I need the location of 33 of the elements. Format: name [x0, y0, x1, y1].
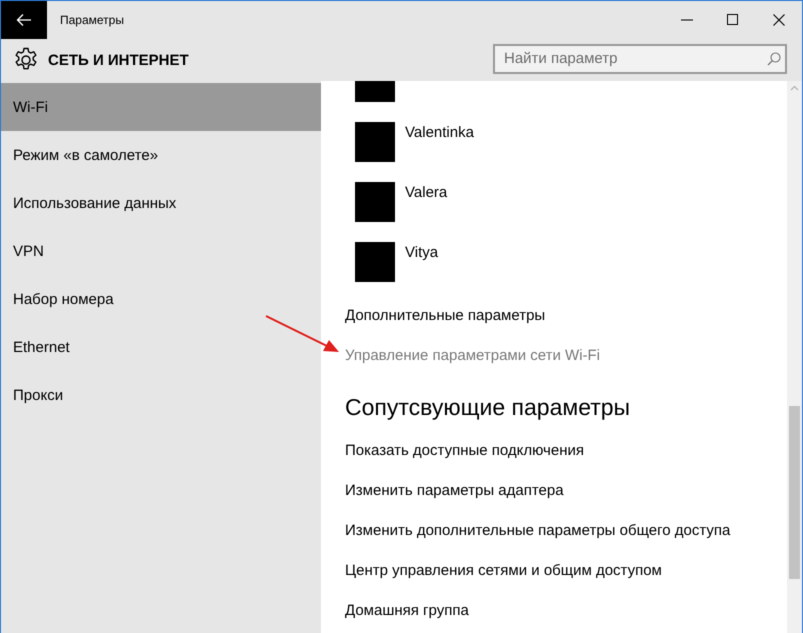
- sidebar-item[interactable]: Использование данных: [1, 179, 321, 227]
- settings-link[interactable]: Дополнительные параметры: [345, 306, 546, 324]
- search-icon: [767, 52, 781, 66]
- settings-link[interactable]: Показать доступные подключения: [345, 442, 584, 458]
- settings-link[interactable]: Центр управления сетями и общим доступом: [345, 562, 662, 578]
- sidebar-item[interactable]: Wi-Fi: [1, 83, 321, 131]
- back-arrow-icon: [16, 13, 32, 27]
- window-title: Параметры: [60, 13, 125, 27]
- scrollbar[interactable]: [787, 81, 802, 633]
- redaction-block: [355, 122, 395, 162]
- redaction-block: [355, 81, 395, 102]
- network-name[interactable]: Vitya: [405, 243, 438, 263]
- redaction-block: [355, 242, 395, 282]
- maximize-icon: [727, 14, 739, 26]
- redaction-block: [355, 182, 395, 222]
- scroll-up-icon[interactable]: [790, 85, 799, 91]
- settings-link[interactable]: Изменить дополнительные параметры общего доступа: [345, 522, 730, 538]
- network-name[interactable]: Valentinka: [405, 123, 474, 143]
- section-title: СЕТЬ И ИНТЕРНЕТ: [48, 52, 190, 68]
- sidebar-item[interactable]: Набор номера: [1, 275, 321, 323]
- section-heading: Сопутсвующие параметры: [345, 393, 632, 422]
- close-icon: [773, 14, 785, 26]
- search-field[interactable]: Найти параметр: [493, 44, 787, 74]
- sidebar-item[interactable]: Режим «в самолете»: [1, 131, 321, 179]
- settings-link[interactable]: Изменить параметры адаптера: [345, 482, 564, 498]
- scrollbar-thumb[interactable]: [789, 406, 800, 579]
- sidebar-item[interactable]: VPN: [1, 227, 321, 275]
- network-name[interactable]: Valera: [405, 183, 448, 203]
- back-button[interactable]: [1, 1, 47, 39]
- sidebar-item[interactable]: Ethernet: [1, 323, 321, 371]
- sidebar-item[interactable]: Прокси: [1, 371, 321, 419]
- settings-link[interactable]: Домашняя группа: [345, 602, 469, 618]
- minimize-icon: [681, 19, 693, 21]
